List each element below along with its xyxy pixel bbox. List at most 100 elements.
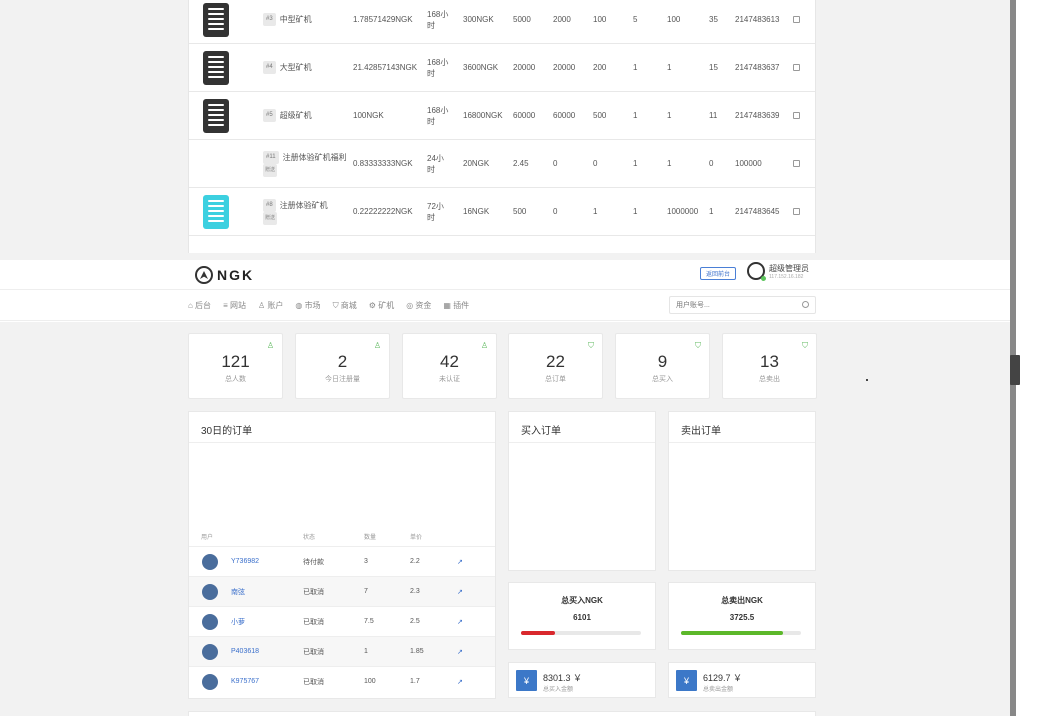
- miner-cyan-icon: [203, 194, 229, 229]
- order-price: 1.85: [410, 648, 424, 655]
- order-user-link[interactable]: Y736982: [231, 558, 259, 565]
- scrollbar-thumb[interactable]: [1010, 355, 1020, 385]
- miner-icon-cell: [199, 92, 233, 139]
- edit-button[interactable]: [793, 140, 800, 187]
- miner-id-tag: #11: [263, 150, 279, 164]
- miner-c2: 0: [553, 159, 558, 168]
- sell-panel-title: 卖出订单: [681, 426, 721, 437]
- total-sell-value: 3725.5: [729, 613, 755, 622]
- order-status: 已取消: [303, 588, 324, 596]
- nav-item[interactable]: ≡ 网站: [223, 300, 246, 311]
- order-action-icon[interactable]: ↗: [457, 588, 463, 596]
- miner-cost: 300NGK: [463, 15, 494, 24]
- miner-table: #3 中型矿机 1.78571429NGK 168小 时 300NGK 5000 2000 1…: [188, 0, 816, 253]
- miner-row: #8 注册体验矿机 赠送 0.22222222NGK 72小 时 16NGK 500 0 1 1 1…: [189, 188, 815, 236]
- miner-row: #3 中型矿机 1.78571429NGK 168小 时 300NGK 5000 2000 1…: [189, 0, 815, 44]
- stat-card: ⛉ 9 总买入: [615, 333, 710, 399]
- nav-item[interactable]: ⌂ 后台: [188, 300, 211, 311]
- miner-c7: 2147483613: [735, 15, 780, 24]
- user-icon: ♙: [266, 341, 274, 350]
- stat-number: 2: [337, 352, 348, 371]
- order-user-link[interactable]: 南弦: [231, 587, 245, 597]
- miner-period: 168小 时: [427, 9, 449, 30]
- search-box[interactable]: [669, 296, 816, 314]
- miner-price: 1.78571429NGK: [353, 15, 413, 24]
- orders-column-header: 用户: [201, 535, 214, 541]
- nav-item[interactable]: ⚙ 矿机: [369, 300, 394, 311]
- total-sell-progress-fill: [681, 631, 783, 635]
- logo[interactable]: NGK: [195, 266, 254, 284]
- edit-icon[interactable]: [793, 112, 800, 119]
- miner-c3: 100: [593, 15, 607, 24]
- nav-item[interactable]: ⛉ 商城: [333, 300, 357, 311]
- order-user-link[interactable]: 小萝: [231, 617, 245, 627]
- cart-icon: ⛉: [588, 341, 594, 350]
- miner-c4: 1: [633, 63, 638, 72]
- total-buy-progress-fill: [521, 631, 555, 635]
- edit-icon[interactable]: [793, 16, 800, 23]
- order-status: 已取消: [303, 648, 324, 656]
- buy-orders-panel: 买入订单: [508, 411, 656, 571]
- search-icon[interactable]: [802, 301, 809, 308]
- logo-text: NGK: [217, 267, 255, 283]
- miner-name: 注册体验矿机福利: [282, 152, 347, 162]
- miner-row: #4 大型矿机 21.42857143NGK 168小 时 3600NGK 20000 20…: [189, 44, 815, 92]
- order-status: 已取消: [303, 678, 324, 686]
- miner-c6: 1: [709, 207, 714, 216]
- miner-c1: 20000: [513, 63, 536, 72]
- miner-c6: 11: [709, 111, 718, 120]
- stat-label: 总订单: [545, 376, 566, 383]
- order-qty: 3: [364, 558, 368, 565]
- edit-button[interactable]: [793, 0, 800, 43]
- search-input[interactable]: [670, 297, 795, 313]
- nav-item[interactable]: ◍ 市场: [295, 300, 320, 311]
- miner-id-tag: #3: [263, 13, 276, 26]
- sell-amount-label: 总卖出金额: [703, 687, 734, 693]
- order-price: 2.5: [410, 618, 420, 625]
- nav-item[interactable]: ◎ 资金: [406, 300, 431, 311]
- miner-name-cell: #8 注册体验矿机 赠送: [263, 188, 347, 235]
- edit-icon[interactable]: [793, 208, 800, 215]
- miner-c1: 500: [513, 207, 527, 216]
- miner-c3: 0: [593, 159, 598, 168]
- user-icon: ♙: [373, 341, 381, 350]
- stat-label: 未认证: [439, 376, 460, 383]
- miner-name: 超级矿机: [279, 111, 312, 120]
- order-action-icon[interactable]: ↗: [457, 678, 463, 686]
- miner-c7: 2147483639: [735, 111, 780, 120]
- miner-name: 大型矿机: [279, 63, 312, 72]
- total-buy-title: 总买入NGK: [561, 596, 603, 605]
- order-row: Y736982 待付款 3 2.2 ↗: [189, 546, 495, 576]
- order-row: 小萝 已取消 7.5 2.5 ↗: [189, 606, 495, 636]
- edit-icon[interactable]: [793, 160, 800, 167]
- total-sell-title: 总卖出NGK: [721, 596, 763, 605]
- edit-button[interactable]: [793, 188, 800, 235]
- edit-icon[interactable]: [793, 64, 800, 71]
- nav-item[interactable]: ♙ 账户: [258, 300, 283, 311]
- cart-icon: ⛉: [802, 341, 808, 350]
- admin-name: 超级管理员: [769, 263, 809, 273]
- stat-number: 121: [221, 352, 250, 371]
- back-to-frontend-button[interactable]: 返回前台: [700, 267, 736, 280]
- order-action-icon[interactable]: ↗: [457, 648, 463, 656]
- sell-orders-panel: 卖出订单: [668, 411, 816, 571]
- order-row: P403618 已取消 1 1.85 ↗: [189, 636, 495, 666]
- miner-c3: 500: [593, 111, 607, 120]
- stat-number: 42: [440, 352, 459, 371]
- yen-icon: ¥: [676, 670, 697, 691]
- order-user-link[interactable]: P403618: [231, 648, 259, 655]
- yen-icon: ¥: [516, 670, 537, 691]
- order-status: 已取消: [303, 618, 324, 626]
- order-user-link[interactable]: K975767: [231, 678, 259, 685]
- miner-icon-cell: [199, 140, 233, 187]
- order-action-icon[interactable]: ↗: [457, 618, 463, 626]
- order-row: K975767 已取消 100 1.7 ↗: [189, 666, 495, 696]
- edit-button[interactable]: [793, 44, 800, 91]
- nav-item[interactable]: ▦ 插件: [443, 300, 469, 311]
- miner-c4: 5: [633, 15, 638, 24]
- order-action-icon[interactable]: ↗: [457, 558, 463, 566]
- edit-button[interactable]: [793, 92, 800, 139]
- miner-icon-cell: [199, 188, 233, 235]
- miner-price: 0.83333333NGK: [353, 159, 413, 168]
- admin-profile[interactable]: 超级管理员 117.152.16.182: [747, 262, 809, 281]
